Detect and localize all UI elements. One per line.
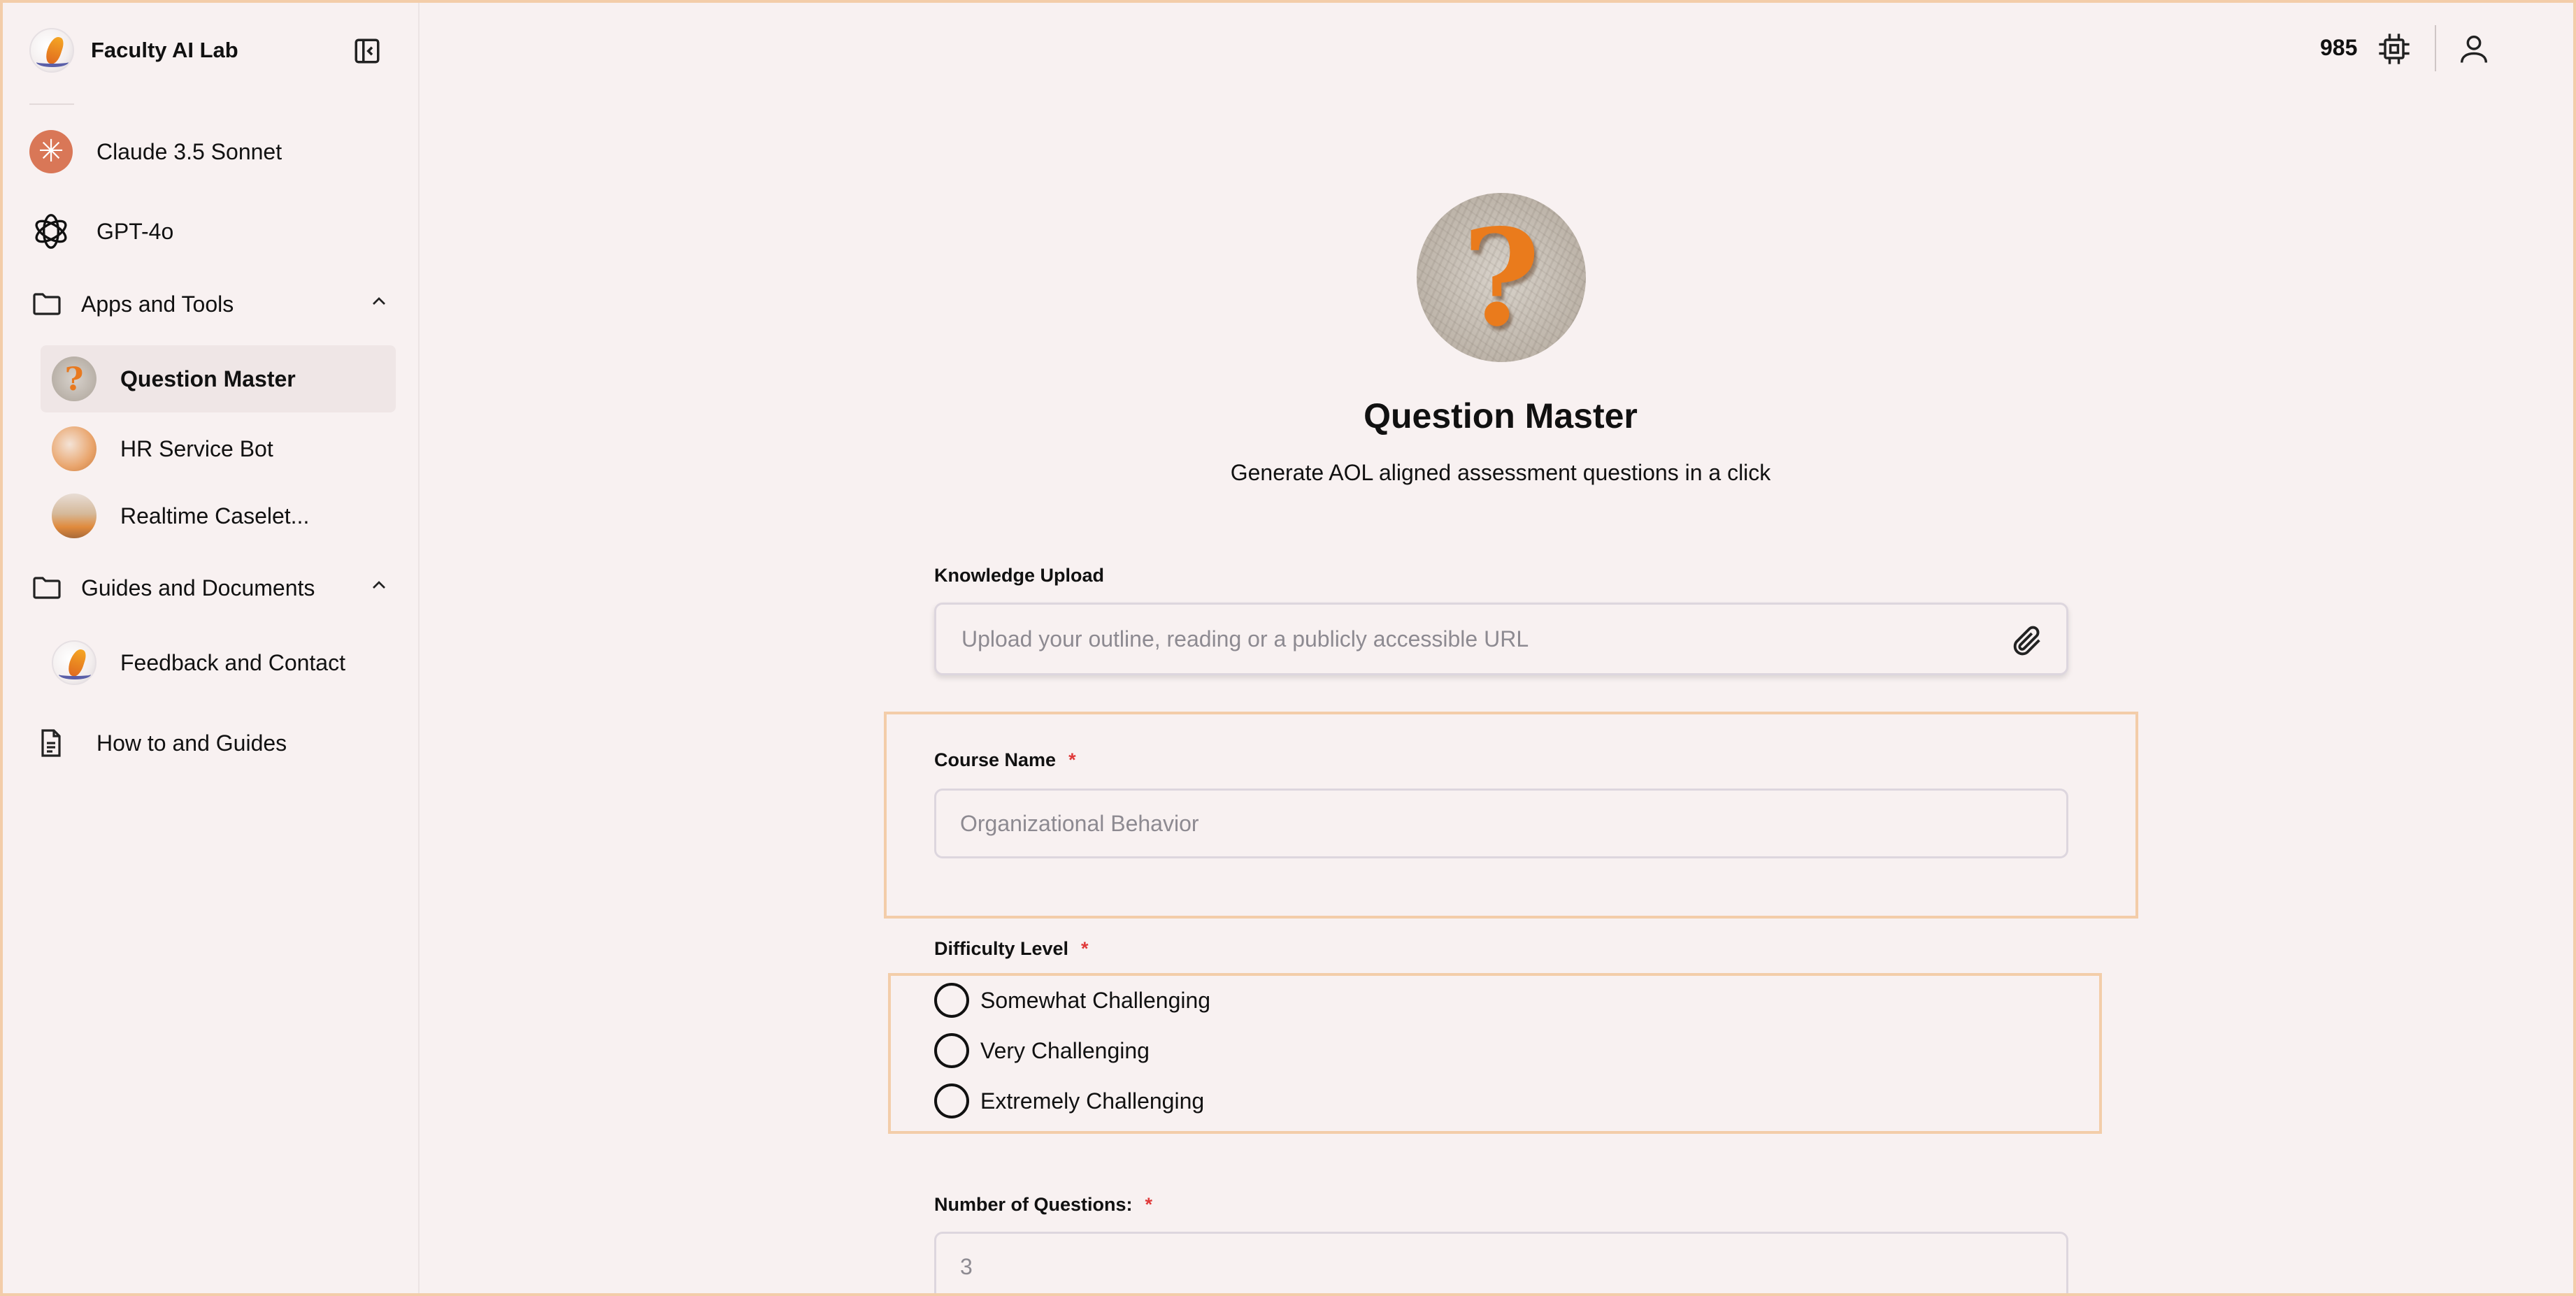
sidebar-item-how-to-guides[interactable]: How to and Guides bbox=[29, 721, 287, 765]
difficulty-option-extremely-challenging[interactable]: Extremely Challenging bbox=[934, 1083, 1204, 1118]
radio-button[interactable] bbox=[934, 983, 969, 1018]
user-icon[interactable] bbox=[2456, 31, 2492, 67]
radio-label: Somewhat Challenging bbox=[980, 987, 1211, 1013]
chevron-up-icon[interactable] bbox=[368, 290, 390, 318]
faculty-ai-lab-logo bbox=[29, 28, 74, 73]
knowledge-upload-label: Knowledge Upload bbox=[934, 565, 1104, 586]
folder-apps-and-tools[interactable]: Apps and Tools bbox=[29, 282, 390, 326]
number-of-questions-input[interactable]: 3 bbox=[934, 1232, 2068, 1296]
openai-icon bbox=[29, 210, 73, 253]
folder-icon bbox=[29, 282, 64, 326]
question-master-avatar: ? bbox=[52, 357, 96, 401]
claude-icon: ✳ bbox=[29, 130, 73, 173]
credits-count: 985 bbox=[2320, 35, 2358, 60]
difficulty-option-very-challenging[interactable]: Very Challenging bbox=[934, 1033, 1150, 1068]
paperclip-icon[interactable] bbox=[2009, 623, 2045, 659]
course-name-label: Course Name * bbox=[934, 749, 1076, 770]
radio-label: Very Challenging bbox=[980, 1037, 1150, 1063]
sidebar-item-label: Question Master bbox=[120, 366, 296, 391]
radio-label: Extremely Challenging bbox=[980, 1088, 1205, 1114]
sidebar-item-label: Claude 3.5 Sonnet bbox=[96, 138, 282, 164]
sidebar-item-gpt4o[interactable]: GPT-4o bbox=[29, 210, 173, 253]
app-title: Question Master bbox=[1364, 396, 1638, 435]
sidebar: Faculty AI Lab ✳ Claude 3.5 Sonnet GPT-4… bbox=[0, 0, 420, 1296]
number-of-questions-label: Number of Questions: * bbox=[934, 1194, 1153, 1215]
course-name-placeholder: Organizational Behavior bbox=[960, 810, 1199, 836]
sidebar-item-feedback-and-contact[interactable]: Feedback and Contact bbox=[41, 629, 396, 696]
faculty-ai-lab-logo bbox=[52, 640, 96, 685]
number-of-questions-placeholder: 3 bbox=[960, 1253, 973, 1279]
brand-divider bbox=[29, 103, 74, 105]
sidebar-item-label: GPT-4o bbox=[96, 218, 174, 244]
folder-guides-and-documents[interactable]: Guides and Documents bbox=[29, 566, 390, 610]
realtime-caselet-avatar bbox=[52, 494, 96, 538]
required-asterisk: * bbox=[1081, 938, 1089, 959]
sidebar-item-label: Realtime Caselet... bbox=[120, 503, 310, 528]
radio-button[interactable] bbox=[934, 1033, 969, 1068]
required-asterisk: * bbox=[1068, 749, 1076, 770]
chip-icon[interactable] bbox=[2376, 31, 2412, 67]
difficulty-level-label: Difficulty Level * bbox=[934, 938, 1089, 959]
chevron-up-icon[interactable] bbox=[368, 574, 390, 602]
folder-label: Guides and Documents bbox=[81, 575, 315, 600]
folder-label: Apps and Tools bbox=[81, 291, 234, 317]
folder-icon bbox=[29, 566, 64, 610]
sidebar-item-label: How to and Guides bbox=[96, 730, 287, 756]
sidebar-item-label: HR Service Bot bbox=[120, 435, 273, 461]
knowledge-upload-placeholder: Upload your outline, reading or a public… bbox=[961, 626, 1529, 651]
required-asterisk: * bbox=[1145, 1194, 1153, 1215]
sidebar-item-realtime-caselet[interactable]: Realtime Caselet... bbox=[41, 482, 396, 549]
topbar-divider bbox=[2435, 25, 2436, 71]
collapse-sidebar-icon[interactable] bbox=[352, 36, 382, 66]
brand[interactable]: Faculty AI Lab bbox=[29, 28, 238, 73]
sidebar-item-claude[interactable]: ✳ Claude 3.5 Sonnet bbox=[29, 130, 282, 173]
app-subtitle: Generate AOL aligned assessment question… bbox=[1230, 460, 1771, 485]
knowledge-upload-input[interactable]: Upload your outline, reading or a public… bbox=[934, 603, 2068, 675]
difficulty-option-somewhat-challenging[interactable]: Somewhat Challenging bbox=[934, 983, 1210, 1018]
radio-button[interactable] bbox=[934, 1083, 969, 1118]
brand-name: Faculty AI Lab bbox=[91, 38, 238, 62]
question-master-hero-avatar: ? bbox=[1417, 193, 1586, 362]
document-icon bbox=[29, 721, 73, 765]
course-name-input[interactable]: Organizational Behavior bbox=[934, 789, 2068, 858]
sidebar-item-label: Feedback and Contact bbox=[120, 649, 345, 675]
